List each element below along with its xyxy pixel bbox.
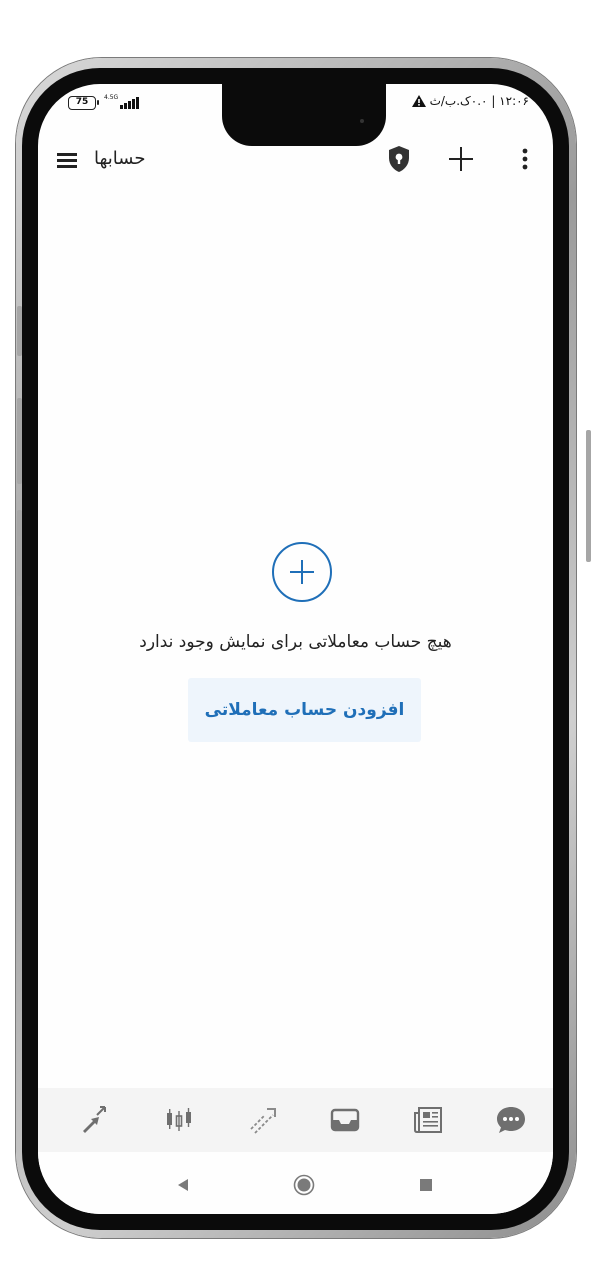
signal-bars-icon (120, 97, 139, 109)
home-icon[interactable] (293, 1174, 315, 1196)
add-trading-account-button[interactable]: افزودن حساب معاملاتی (188, 678, 421, 742)
add-account-circle-icon[interactable] (270, 540, 334, 604)
tab-news[interactable] (410, 1102, 446, 1138)
system-nav-bar (38, 1152, 553, 1214)
recent-apps-icon[interactable] (420, 1179, 432, 1191)
bottom-tab-bar (38, 1088, 553, 1152)
shield-lock-icon[interactable] (386, 144, 412, 174)
inbox-icon (330, 1108, 360, 1132)
battery-level: 75 (75, 97, 89, 107)
hamburger-menu-icon[interactable] (56, 148, 82, 174)
chat-icon (497, 1107, 525, 1133)
power-button (586, 430, 591, 562)
status-right: ۱۲:۰۶ | ۰.۰ک.ب/ث (411, 94, 529, 108)
tab-inbox[interactable] (327, 1102, 363, 1138)
screen: 75 4.5G ۱۲:۰۶ | ۰.۰ک.ب/ث حسابها هیچ حساب… (38, 84, 553, 1214)
app-bar: حسابها (38, 140, 553, 184)
tab-trade[interactable] (244, 1102, 280, 1138)
news-icon (414, 1107, 442, 1133)
front-camera (360, 119, 364, 123)
more-options-icon[interactable] (518, 144, 532, 174)
warning-icon (411, 95, 426, 107)
network-type: 4.5G (104, 94, 119, 101)
back-icon[interactable] (176, 1178, 190, 1192)
battery-icon: 75 (68, 96, 99, 110)
page-title: حسابها (94, 148, 146, 169)
status-time: ۱۲:۰۶ | ۰.۰ک.ب/ث (429, 94, 529, 108)
camera-notch (222, 84, 386, 146)
tab-quotes[interactable] (78, 1102, 114, 1138)
empty-state-message: هیچ حساب معاملاتی برای نمایش وجود ندارد (139, 632, 452, 652)
add-icon[interactable] (446, 144, 476, 174)
candlestick-chart-icon (167, 1108, 191, 1131)
quotes-arrows-icon (83, 1106, 106, 1133)
trade-arrows-icon (250, 1108, 276, 1134)
tab-charts[interactable] (161, 1102, 197, 1138)
tab-chat[interactable] (493, 1102, 529, 1138)
